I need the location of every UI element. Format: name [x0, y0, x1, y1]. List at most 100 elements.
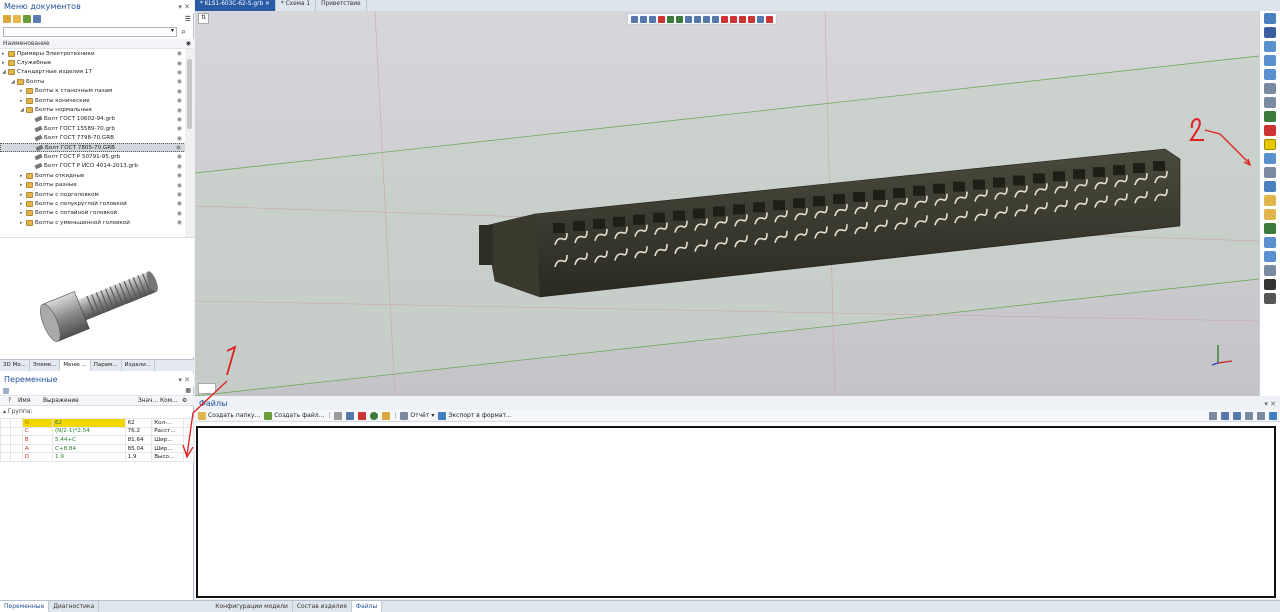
panel-controls[interactable]: ▾ ✕ — [1264, 400, 1276, 408]
left-tab[interactable]: 3D Мо... — [0, 360, 30, 371]
visibility-eye-icon[interactable]: ◉ — [177, 97, 182, 104]
new-folder-icon[interactable] — [13, 15, 21, 23]
sync-icon[interactable] — [1269, 411, 1277, 420]
row-flag[interactable] — [9, 426, 23, 437]
side-tool-icon[interactable] — [1264, 41, 1276, 52]
row-flag[interactable] — [9, 435, 23, 445]
tree-column-header[interactable]: Наименование ◉ — [0, 39, 194, 49]
col-expression[interactable]: Выражение — [43, 398, 138, 404]
visibility-eye-icon[interactable]: ◉ — [177, 116, 182, 123]
files-list-area[interactable] — [196, 426, 1276, 598]
view-tool-icon[interactable] — [766, 15, 773, 23]
visibility-eye-icon[interactable]: ◉ — [177, 182, 182, 189]
report-button[interactable]: Отчёт ▾ — [400, 411, 434, 420]
row-checkbox[interactable] — [0, 443, 11, 454]
tree-item[interactable]: ◢ Стандартные изделия 17 ◉ — [0, 68, 194, 77]
view-tool-icon[interactable] — [667, 15, 674, 23]
visibility-eye-icon[interactable]: ◉ — [177, 191, 182, 198]
side-tool-icon[interactable] — [1264, 209, 1276, 220]
view-options-icon[interactable]: ⇅ — [198, 13, 209, 24]
search-files-icon[interactable] — [1221, 411, 1229, 420]
visibility-eye-icon[interactable]: ◉ — [177, 50, 182, 57]
view-mode-icon[interactable] — [1233, 411, 1241, 420]
tab-variables[interactable]: Переменные — [0, 601, 50, 612]
side-tool-icon[interactable] — [1264, 167, 1276, 178]
visibility-eye-icon[interactable]: ◉ — [177, 210, 182, 217]
variable-name[interactable]: D — [21, 452, 54, 462]
side-tool-icon[interactable] — [1264, 111, 1276, 122]
variable-value[interactable]: 81.64 — [124, 435, 153, 445]
side-tool-icon[interactable] — [1264, 27, 1276, 38]
side-tool-icon[interactable] — [1264, 69, 1276, 80]
tree-item[interactable]: ▸ Болты с подголовком ◉ — [0, 190, 194, 199]
visibility-eye-icon[interactable]: ◉ — [177, 60, 182, 67]
tab-welcome[interactable]: Приветствие — [316, 0, 367, 11]
view-tool-icon[interactable] — [649, 15, 656, 23]
search-icon[interactable]: ⌕ — [181, 27, 186, 37]
variable-row[interactable]: D 1.9 1.9 Высо... — [0, 452, 194, 462]
add-file-icon[interactable] — [23, 15, 31, 23]
tree-item[interactable]: Болт ГОСТ 10602-94.grb ◉ — [0, 115, 194, 124]
document-tree[interactable]: ▸ Примеры Электротехники ◉ ▸ Служебные ◉ ◢ Стан… — [0, 49, 194, 237]
tab-kls1-model[interactable]: * KLS1-603C-62-S.grb ✕ — [195, 0, 276, 11]
side-tool-icon[interactable] — [1264, 97, 1276, 108]
delete-icon[interactable] — [358, 411, 367, 420]
visibility-eye-icon[interactable]: ◉ — [177, 163, 182, 170]
tree-item[interactable]: Болт ГОСТ 7805-70.GRB ◉ — [0, 142, 194, 153]
view-tool-icon[interactable] — [640, 15, 647, 23]
left-tab[interactable]: Меню ... — [60, 360, 91, 371]
visibility-eye-icon[interactable]: ◉ — [177, 125, 182, 132]
print-icon[interactable] — [1209, 411, 1217, 420]
settings-icon[interactable] — [1257, 411, 1265, 420]
variable-row[interactable]: C (N/2-1)*2.54 76.2 Расст... — [0, 426, 194, 437]
variable-value[interactable]: 1.9 — [124, 452, 153, 462]
tree-item[interactable]: Болт ГОСТ Р ИСО 4014-2013.grb ◉ — [0, 162, 194, 171]
left-tab[interactable]: Парам... — [91, 360, 122, 371]
side-tool-icon[interactable] — [1264, 237, 1276, 248]
side-tool-icon[interactable] — [1264, 223, 1276, 234]
variable-name[interactable]: A — [21, 443, 54, 454]
row-flag[interactable] — [9, 443, 23, 454]
edit-icon[interactable] — [334, 411, 343, 420]
tree-item[interactable]: ▸ Болты с потайной головкой ◉ — [0, 209, 194, 218]
view-tool-icon[interactable] — [748, 15, 755, 23]
side-tool-icon[interactable] — [1264, 181, 1276, 192]
tab-files[interactable]: Файлы — [351, 601, 383, 612]
folder-open-icon[interactable] — [3, 15, 11, 23]
tree-item[interactable]: ▸ Болты с уменьшенной головкой ◉ — [0, 218, 194, 227]
side-tool-icon[interactable] — [1264, 195, 1276, 206]
visibility-eye-icon[interactable]: ◉ — [177, 219, 182, 226]
document-icon[interactable] — [33, 15, 41, 23]
visibility-eye-icon[interactable]: ◉ — [177, 153, 182, 160]
variable-expression[interactable]: 5.44+C — [52, 435, 126, 445]
tree-item[interactable]: ◢ Болты ◉ — [0, 77, 194, 86]
export-button[interactable]: Экспорт в формат... — [438, 411, 512, 420]
visibility-eye-icon[interactable]: ◉ — [177, 78, 182, 85]
side-tool-icon[interactable] — [1264, 279, 1276, 290]
row-checkbox[interactable] — [0, 418, 11, 428]
tree-item[interactable]: Болт ГОСТ 15589-70.grb ◉ — [0, 124, 194, 133]
tree-item[interactable]: ▸ Болты с полукруглой головкой ◉ — [0, 199, 194, 208]
view-tool-icon[interactable] — [721, 15, 728, 23]
view-tool-icon[interactable] — [694, 15, 701, 23]
3d-viewport[interactable]: ⇅ — [195, 11, 1259, 396]
tree-item[interactable]: ▸ Служебные ◉ — [0, 58, 194, 67]
visibility-eye-icon[interactable]: ◉ — [177, 107, 182, 114]
variable-value[interactable]: 62 — [124, 418, 153, 428]
variable-name[interactable]: C — [21, 426, 54, 437]
visibility-eye-icon[interactable]: ◉ — [177, 69, 182, 76]
col-question[interactable]: ? — [8, 398, 18, 404]
options-icon[interactable] — [3, 387, 9, 394]
view-tool-icon[interactable] — [676, 15, 683, 23]
highlighted-tool-icon[interactable] — [1264, 139, 1276, 150]
save-icon[interactable] — [346, 411, 355, 420]
side-tool-icon[interactable] — [1264, 55, 1276, 66]
tab-product-structure[interactable]: Состав изделия — [293, 601, 352, 612]
row-checkbox[interactable] — [0, 426, 11, 437]
view-tool-icon[interactable] — [739, 15, 746, 23]
visibility-eye-icon[interactable]: ◉ — [177, 200, 182, 207]
side-tool-icon[interactable] — [1264, 125, 1276, 136]
variable-expression[interactable]: 1.9 — [52, 452, 126, 462]
tree-item[interactable]: Болт ГОСТ 7798-70.GRB ◉ — [0, 134, 194, 143]
variable-row[interactable]: N 62 62 Кол-... — [0, 418, 194, 428]
